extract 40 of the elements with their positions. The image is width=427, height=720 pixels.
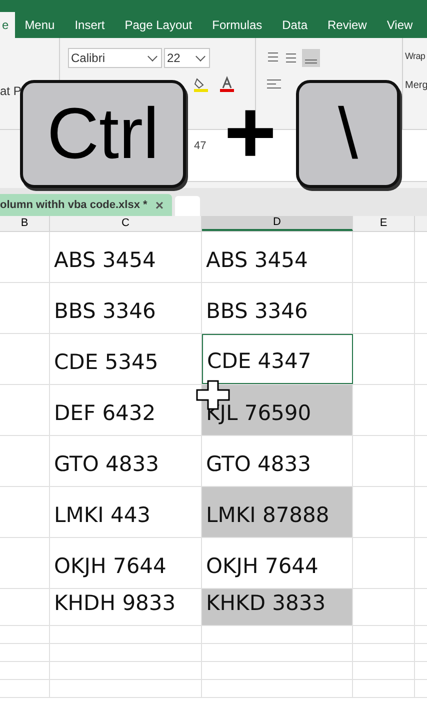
table-cell[interactable]: LMKI 87888 (202, 487, 353, 537)
table-cell[interactable]: OKJH 7644 (202, 538, 353, 588)
ribbon-tab[interactable]: Formulas (202, 12, 272, 38)
column-header[interactable]: E (353, 216, 415, 231)
table-cell[interactable]: KHKD 3833 (202, 589, 353, 625)
table-cell-text: BBS 3346 (54, 298, 156, 324)
keyboard-key: Ctrl (20, 80, 186, 188)
ribbon-tab[interactable]: Data (272, 12, 318, 38)
table-cell-text: KHDH 9833 (54, 590, 176, 616)
font-name-field[interactable]: Calibri (68, 48, 162, 68)
format-painter-label: at P (0, 84, 22, 98)
column-header[interactable]: B (0, 216, 50, 231)
table-cell[interactable]: CDE 4347 (202, 334, 353, 384)
keyboard-key: \ (296, 80, 400, 188)
table-cell[interactable]: BBS 3346 (202, 283, 353, 333)
fill-color-icon[interactable] (193, 76, 209, 92)
table-cell-text: OKJH 7644 (54, 552, 166, 580)
table-cell-text: ABS 3454 (54, 246, 156, 274)
table-cell[interactable]: GTO 4833 (202, 436, 353, 486)
ribbon-tab[interactable]: Menu (14, 12, 65, 38)
document-tab[interactable]: olumn withh vba code.xlsx * × (0, 194, 172, 216)
table-cell-text: DEF 6432 (54, 400, 156, 426)
font-size-field[interactable]: 22 (164, 48, 210, 68)
document-tab-label: olumn withh vba code.xlsx * (0, 198, 148, 213)
table-cell[interactable]: ABS 3454 (202, 232, 353, 282)
close-button[interactable]: × (155, 194, 164, 216)
ribbon-tab[interactable]: Review (318, 12, 377, 38)
table-cell-text: CDE 5345 (54, 348, 158, 376)
ribbon-tab[interactable]: View (376, 12, 423, 38)
formula-value: 47 (194, 140, 206, 152)
column-header[interactable]: D (202, 216, 353, 231)
plus-sign: + (224, 100, 277, 166)
ribbon-tab[interactable]: e (0, 12, 15, 38)
table-cell-text: LMKI 443 (54, 502, 151, 528)
merge-label[interactable]: Merg (405, 78, 427, 92)
font-color-icon[interactable] (219, 76, 235, 92)
ribbon-tab[interactable]: Page Layout (114, 12, 202, 38)
wrap-text-label[interactable]: Wrap (405, 50, 427, 64)
ribbon-tab[interactable]: Insert (64, 12, 115, 38)
table-cell-text: GTO 4833 (54, 450, 159, 478)
